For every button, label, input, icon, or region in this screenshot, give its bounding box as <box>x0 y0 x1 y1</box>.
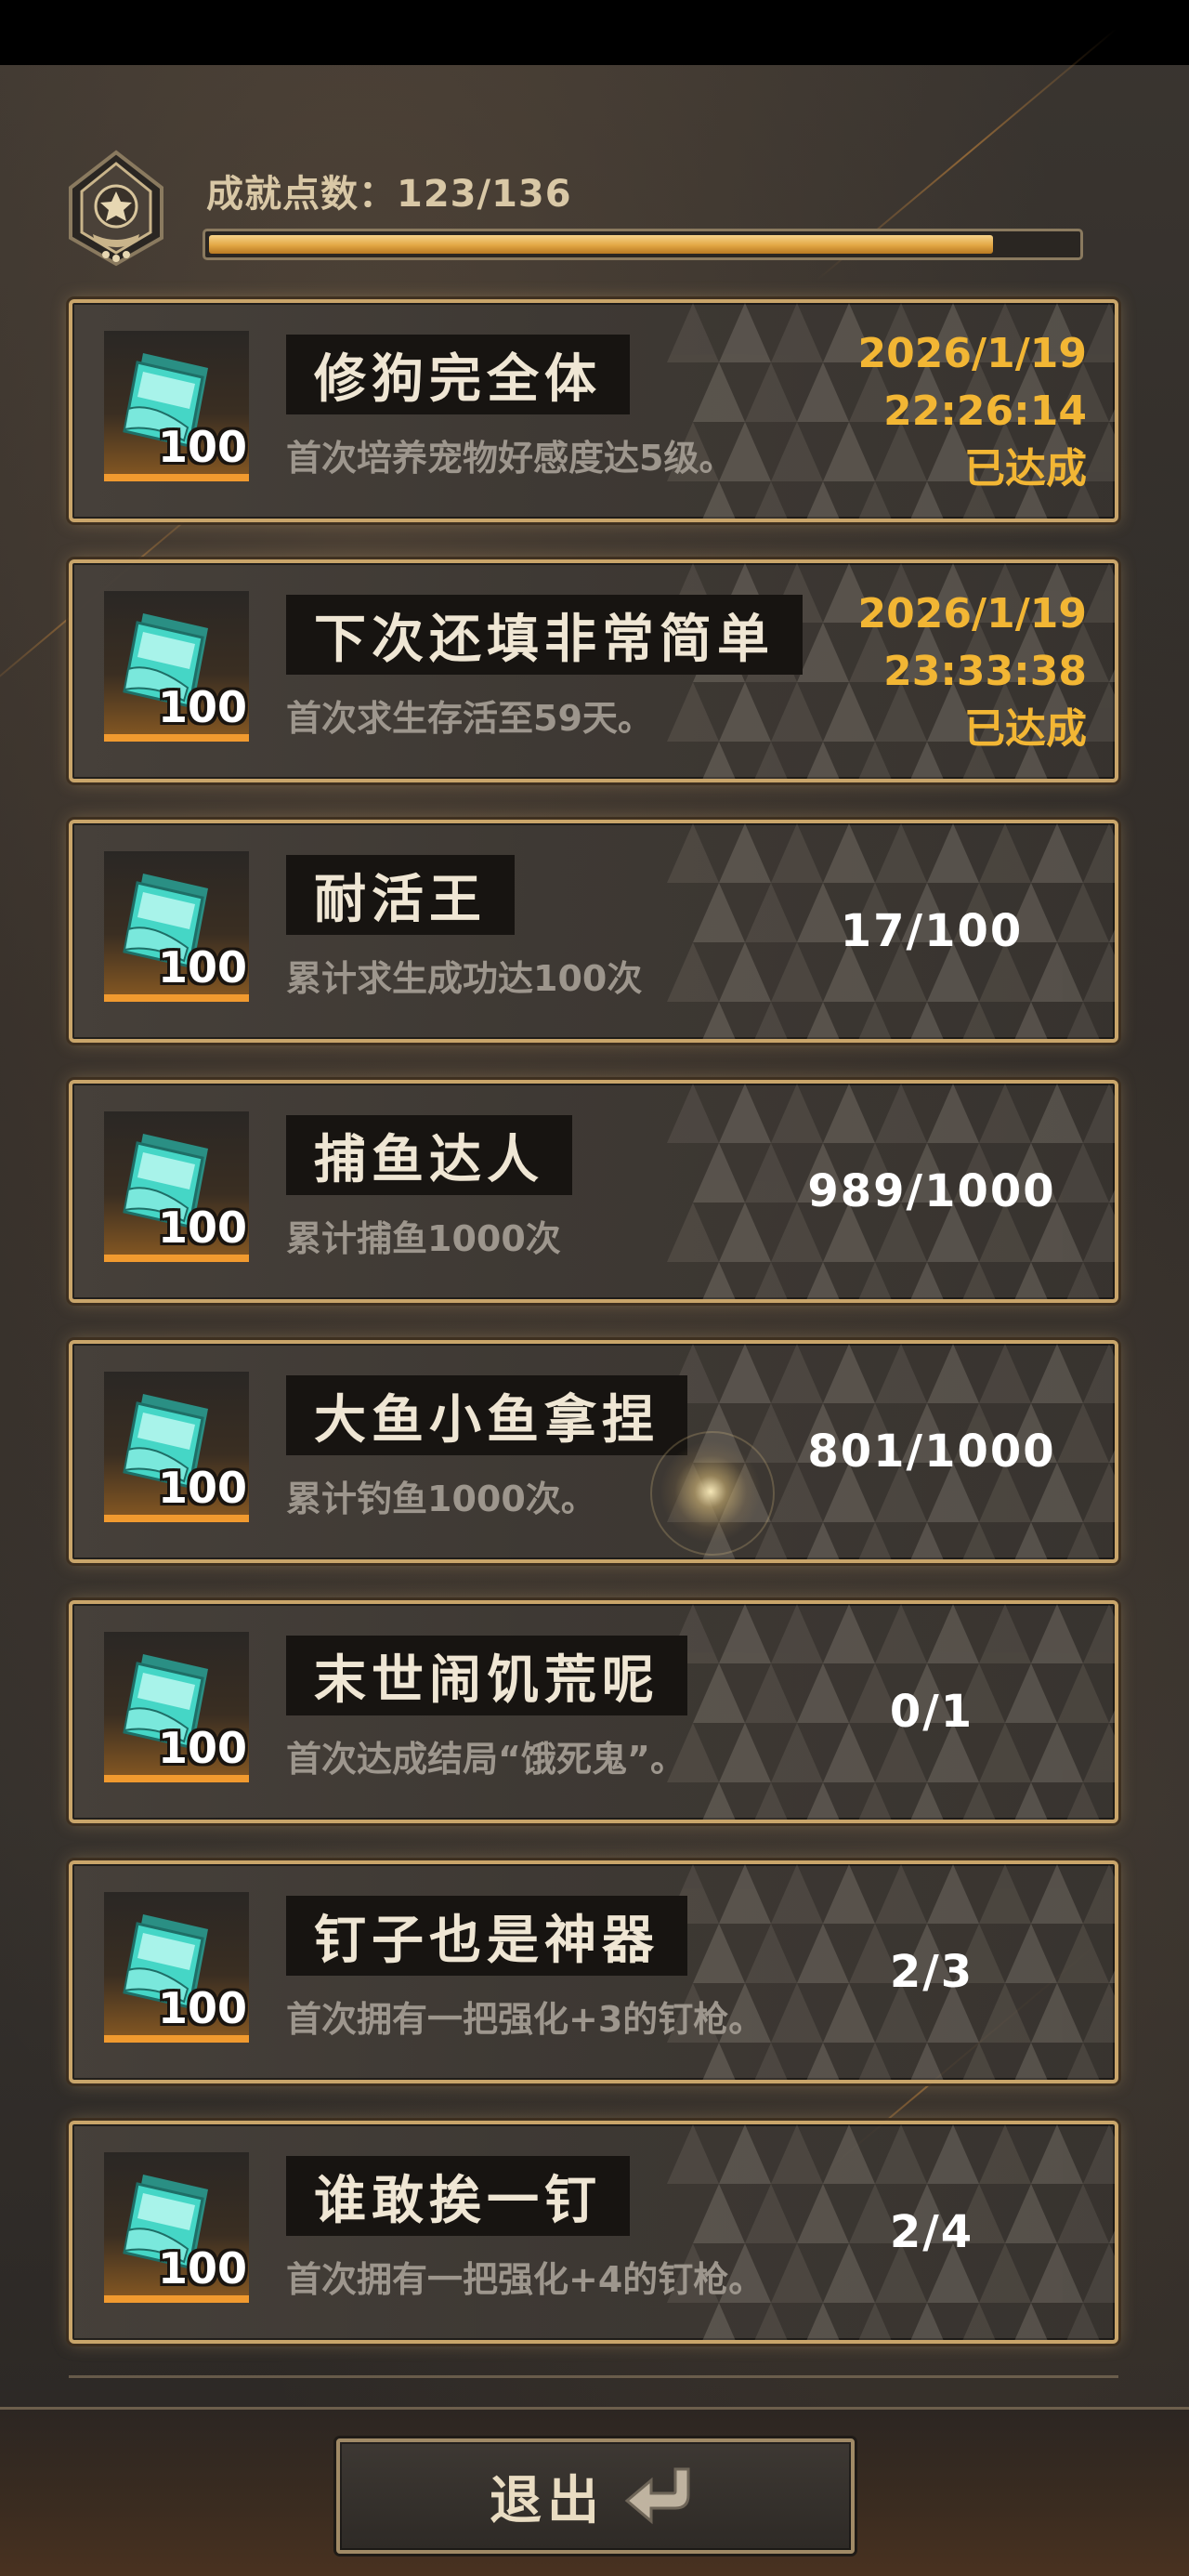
achievement-description: 首次拥有一把强化+3的钉枪。 <box>286 1999 764 2040</box>
completion-time: 23:33:38 <box>883 648 1087 695</box>
exit-button-label: 退出 <box>490 2470 605 2531</box>
completed-status: 已达成 <box>964 705 1087 753</box>
reward-amount: 100 <box>157 422 247 472</box>
achievement-title: 修狗完全体 <box>314 348 602 410</box>
achievement-description: 累计捕鱼1000次 <box>286 1218 561 1259</box>
achievement-points-progress-bar <box>203 229 1083 260</box>
achievement-title-box: 下次还填非常简单 <box>286 595 803 675</box>
achievement-card[interactable]: 100 耐活王累计求生成功达100次 17/100 <box>69 820 1118 1043</box>
reward-icon-box: 100 <box>104 851 249 1002</box>
achievement-progress: 801/1000 <box>807 1426 1056 1478</box>
achievement-progress: 2/4 <box>889 2206 974 2258</box>
completion-time: 22:26:14 <box>883 388 1087 435</box>
achievement-title-box: 修狗完全体 <box>286 335 630 414</box>
exit-button[interactable]: 退出 <box>336 2438 855 2554</box>
progress-bar-fill <box>209 235 993 254</box>
completed-status: 已达成 <box>964 445 1087 493</box>
completion-date: 2026/1/19 <box>857 330 1087 377</box>
completion-info: 2026/1/19 23:33:38 已达成 <box>858 585 1087 758</box>
achievement-description: 首次求生存活至59天。 <box>286 698 653 739</box>
achievement-points-label: 成就点数：123/136 <box>206 173 572 216</box>
achievement-card[interactable]: 100 末世闹饥荒呢首次达成结局“饿死鬼”。 0/1 <box>69 1600 1118 1823</box>
status-bar <box>0 0 1189 65</box>
achievement-description: 累计钓鱼1000次。 <box>286 1479 596 1519</box>
achievement-title-box: 耐活王 <box>286 855 515 935</box>
list-bottom-divider <box>69 2375 1118 2378</box>
achievement-progress: 989/1000 <box>807 1165 1056 1217</box>
reward-amount: 100 <box>157 1203 247 1253</box>
achievement-description: 首次培养宠物好感度达5级。 <box>286 438 735 479</box>
achievements-screen: 成就点数：123/136 100 修狗完全体首次培养宠物好感度达5级。 2026/1… <box>0 0 1189 2576</box>
achievement-title-box: 大鱼小鱼拿捏 <box>286 1375 687 1455</box>
reward-amount: 100 <box>157 942 247 992</box>
reward-icon-box: 100 <box>104 591 249 742</box>
achievement-description: 累计求生成功达100次 <box>286 958 643 999</box>
return-arrow-icon <box>624 2467 690 2525</box>
achievement-card[interactable]: 100 捕鱼达人累计捕鱼1000次 989/1000 <box>69 1080 1118 1303</box>
achievement-progress: 2/3 <box>889 1946 974 1998</box>
achievement-card[interactable]: 100 修狗完全体首次培养宠物好感度达5级。 2026/1/19 22:26:14 已达… <box>69 299 1118 522</box>
achievement-emblem-icon <box>69 150 163 267</box>
achievement-title: 钉子也是神器 <box>314 1910 660 1971</box>
achievement-card[interactable]: 100 下次还填非常简单首次求生存活至59天。 2026/1/19 23:33:38 已… <box>69 559 1118 782</box>
completion-info: 2026/1/19 22:26:14 已达成 <box>858 325 1087 498</box>
achievement-card[interactable]: 100 钉子也是神器首次拥有一把强化+3的钉枪。 2/3 <box>69 1860 1118 2083</box>
achievement-title: 末世闹饥荒呢 <box>314 1649 660 1711</box>
reward-amount: 100 <box>157 2243 247 2293</box>
reward-icon-box: 100 <box>104 1111 249 1262</box>
achievement-title: 下次还填非常简单 <box>314 609 775 670</box>
achievement-description: 首次达成结局“饿死鬼”。 <box>286 1739 686 1780</box>
achievement-title: 谁敢挨一钉 <box>314 2170 602 2231</box>
reward-amount: 100 <box>157 1723 247 1773</box>
achievement-card[interactable]: 100 谁敢挨一钉首次拥有一把强化+4的钉枪。 2/4 <box>69 2121 1118 2344</box>
achievement-progress: 17/100 <box>840 905 1024 957</box>
achievement-description: 首次拥有一把强化+4的钉枪。 <box>286 2259 764 2300</box>
reward-icon-box: 100 <box>104 2152 249 2303</box>
reward-icon-box: 100 <box>104 1632 249 1782</box>
reward-amount: 100 <box>157 1463 247 1513</box>
reward-icon-box: 100 <box>104 1372 249 1522</box>
reward-icon-box: 100 <box>104 1892 249 2043</box>
achievement-title-box: 钉子也是神器 <box>286 1896 687 1976</box>
achievement-card[interactable]: 100 大鱼小鱼拿捏累计钓鱼1000次。 801/1000 <box>69 1340 1118 1563</box>
reward-amount: 100 <box>157 682 247 732</box>
completion-date: 2026/1/19 <box>857 590 1087 637</box>
achievement-title: 捕鱼达人 <box>314 1129 544 1190</box>
achievement-title-box: 末世闹饥荒呢 <box>286 1636 687 1715</box>
achievement-title-box: 捕鱼达人 <box>286 1115 572 1195</box>
reward-icon-box: 100 <box>104 331 249 481</box>
reward-amount: 100 <box>157 1983 247 2033</box>
sparkle-effect <box>660 1440 762 1543</box>
achievement-progress: 0/1 <box>889 1686 974 1738</box>
achievement-title: 大鱼小鱼拿捏 <box>314 1389 660 1451</box>
achievement-title: 耐活王 <box>314 869 487 930</box>
achievement-title-box: 谁敢挨一钉 <box>286 2156 630 2236</box>
